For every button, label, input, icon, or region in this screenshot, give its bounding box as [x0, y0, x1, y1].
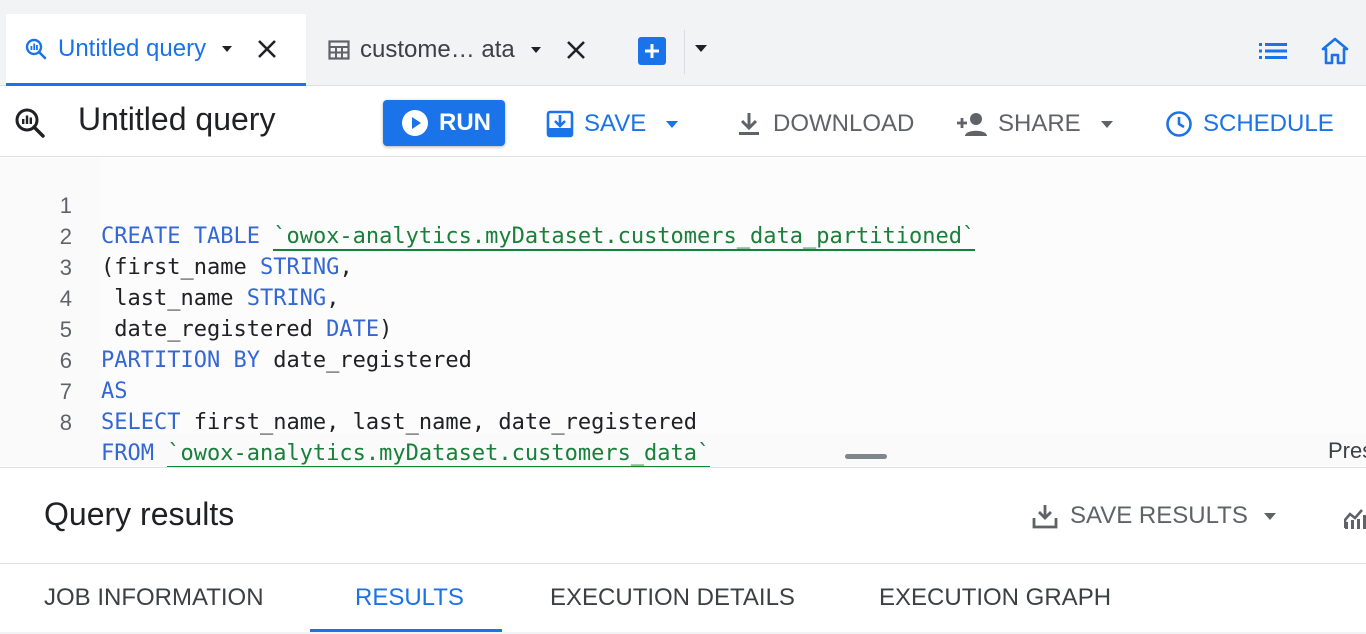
query-toolbar: Untitled query RUN SAVE DOWNLOAD SHARE S… [0, 87, 1366, 157]
table-reference[interactable]: `owox-analytics.myDataset.customers_data… [167, 441, 711, 468]
close-icon[interactable] [565, 39, 587, 61]
query-icon [25, 38, 47, 59]
code-line: 5 PARTITION BY date_registered [0, 283, 1366, 373]
save-label: SAVE [584, 110, 647, 137]
code-line: 4 date_registered DATE) [0, 252, 1366, 342]
add-person-icon [957, 113, 987, 136]
code-line: 8 FROM `owox-analytics.myDataset.custome… [0, 376, 1366, 468]
save-button[interactable]: SAVE [546, 107, 680, 141]
resize-handle[interactable] [845, 454, 887, 459]
code-line: 1 CREATE TABLE `owox-analytics.myDataset… [0, 159, 1366, 251]
save-results-button[interactable]: SAVE RESULTS [1032, 502, 1278, 530]
tab-job-information[interactable]: JOB INFORMATION [44, 584, 264, 612]
divider [0, 563, 1366, 564]
code-line: 3 last_name STRING, [0, 221, 1366, 311]
chevron-down-icon[interactable] [529, 45, 543, 55]
chevron-down-icon[interactable] [692, 42, 710, 54]
schedule-label: SCHEDULE [1203, 110, 1334, 137]
sql-keyword: FROM [101, 441, 154, 466]
table-icon [328, 40, 350, 60]
sql-editor[interactable]: 1 CREATE TABLE `owox-analytics.myDataset… [0, 158, 1366, 468]
chart-icon[interactable] [1344, 506, 1366, 530]
download-icon [1032, 505, 1058, 529]
save-icon [546, 110, 574, 138]
tab-execution-details[interactable]: EXECUTION DETAILS [550, 584, 795, 612]
run-label: RUN [439, 109, 491, 136]
tab-strip: Untitled query custome… ata [0, 0, 1366, 86]
line-number: 8 [59, 410, 72, 435]
tab-label: custome… ata [360, 36, 515, 63]
share-button[interactable]: SHARE [956, 107, 1115, 141]
download-icon [739, 113, 759, 135]
download-label: DOWNLOAD [773, 110, 915, 137]
tab-label: Untitled query [58, 34, 207, 62]
sql-keyword: SELECT [101, 410, 181, 435]
page-title: Untitled query [78, 101, 276, 137]
schedule-button[interactable]: SCHEDULE [1165, 107, 1334, 141]
chevron-down-icon[interactable] [220, 44, 234, 54]
share-label: SHARE [998, 110, 1081, 137]
list-icon[interactable] [1258, 38, 1288, 64]
query-icon [15, 108, 45, 138]
results-title: Query results [44, 496, 235, 532]
chevron-down-icon[interactable] [1262, 511, 1278, 521]
tab-execution-graph[interactable]: EXECUTION GRAPH [879, 584, 1111, 612]
code-line: 7 SELECT first_name, last_name, date_reg… [0, 345, 1366, 435]
chevron-down-icon[interactable] [1099, 119, 1115, 129]
divider [684, 30, 685, 74]
new-tab-button[interactable] [638, 37, 666, 65]
query-results-panel: Query results SAVE RESULTS JOB INFORMATI… [0, 467, 1366, 634]
code-text: first_name, last_name, date_registered [180, 410, 698, 435]
chevron-down-icon[interactable] [664, 119, 680, 129]
code-line: 6 AS [0, 314, 1366, 404]
code-line: 2 (first_name STRING, [0, 190, 1366, 280]
download-button[interactable]: DOWNLOAD [735, 107, 914, 141]
play-icon [402, 110, 428, 136]
truncated-text: Pres [1328, 438, 1366, 463]
plus-icon [645, 44, 659, 58]
clock-icon [1166, 111, 1192, 137]
tab-results[interactable]: RESULTS [355, 584, 464, 612]
close-icon[interactable] [256, 38, 278, 60]
tab-untitled-query[interactable]: Untitled query [6, 14, 306, 86]
run-button[interactable]: RUN [383, 100, 505, 146]
tab-customers-data[interactable]: custome… ata [322, 14, 602, 86]
home-icon[interactable] [1320, 36, 1350, 66]
save-results-label: SAVE RESULTS [1070, 502, 1248, 529]
